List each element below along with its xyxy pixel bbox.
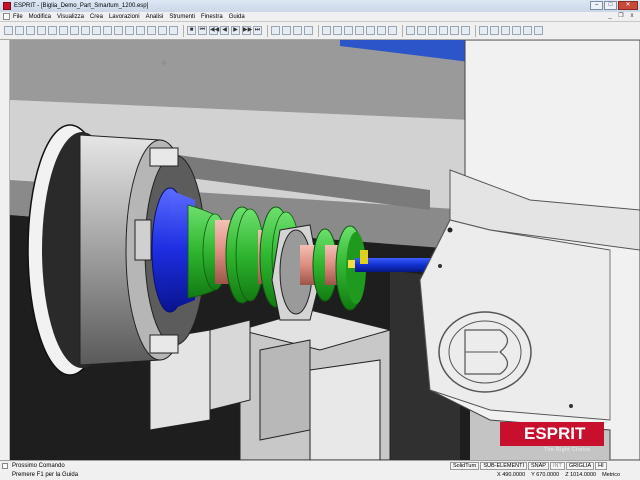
pan-icon[interactable] bbox=[523, 26, 532, 35]
mode-indicators: SolidTurn SUB-ELEMENTI SNAP INT GRIGLIA … bbox=[450, 462, 608, 470]
step-back-button[interactable]: ◀ bbox=[220, 26, 229, 35]
milling-tool-icon[interactable] bbox=[136, 26, 145, 35]
rotate-view-icon[interactable] bbox=[534, 26, 543, 35]
esprit-logo-text: ESPRIT bbox=[524, 424, 586, 443]
mode-griglia[interactable]: GRIGLIA bbox=[565, 462, 595, 470]
iso-view-icon[interactable] bbox=[439, 26, 448, 35]
front-view-icon[interactable] bbox=[406, 26, 415, 35]
mirror-tool-icon[interactable] bbox=[158, 26, 167, 35]
cut-check-icon[interactable] bbox=[304, 26, 313, 35]
menu-visualizza[interactable]: Visualizza bbox=[57, 14, 84, 20]
zoom-fit-icon[interactable] bbox=[512, 26, 521, 35]
contour-tool-icon[interactable] bbox=[92, 26, 101, 35]
zoom-out-icon[interactable] bbox=[501, 26, 510, 35]
left-panel-strip bbox=[0, 40, 10, 460]
machine-simulation-scene: + bbox=[10, 40, 640, 460]
layers-icon[interactable] bbox=[169, 26, 178, 35]
cube-view-icon[interactable] bbox=[366, 26, 375, 35]
thread-tool-icon[interactable] bbox=[114, 26, 123, 35]
esprit-app-icon[interactable] bbox=[3, 2, 11, 10]
menu-guida[interactable]: Guida bbox=[229, 14, 245, 20]
shaded-view-icon[interactable] bbox=[322, 26, 331, 35]
fast-forward-button[interactable]: ▶▶ bbox=[242, 26, 252, 35]
coord-y: Y 670.0000 bbox=[531, 472, 560, 478]
mode-solidturn[interactable]: SolidTurn bbox=[450, 462, 480, 470]
3d-viewport[interactable]: + ESPRIT The Right Choice bbox=[10, 40, 640, 460]
zoom-in-icon[interactable] bbox=[490, 26, 499, 35]
transform-tool-icon[interactable] bbox=[147, 26, 156, 35]
cursor-crosshair: + bbox=[160, 58, 168, 69]
stop-simulation-button[interactable]: ■ bbox=[187, 26, 196, 35]
stock-view-icon[interactable] bbox=[355, 26, 364, 35]
doc-restore-button[interactable]: ❐ bbox=[617, 13, 625, 20]
point-tool-icon[interactable] bbox=[37, 26, 46, 35]
toolbar-separator bbox=[318, 24, 319, 37]
mode-int[interactable]: INT bbox=[549, 462, 565, 470]
axis-view-icon[interactable] bbox=[377, 26, 386, 35]
esprit-tagline: The Right Choice bbox=[544, 447, 591, 453]
toolbar-separator bbox=[475, 24, 476, 37]
doc-close-button[interactable]: x bbox=[628, 13, 636, 20]
menu-strumenti[interactable]: Strumenti bbox=[169, 14, 195, 20]
status-indicator-icon bbox=[2, 463, 8, 469]
mode-hi[interactable]: HI bbox=[595, 462, 607, 470]
flag-icon[interactable] bbox=[282, 26, 291, 35]
select-tool-icon[interactable] bbox=[4, 26, 13, 35]
toolbar-separator bbox=[402, 24, 403, 37]
play-button[interactable]: ▶ bbox=[231, 26, 240, 35]
command-prompt: Prossimo Comando bbox=[12, 463, 65, 469]
drill-tool-icon[interactable] bbox=[81, 26, 90, 35]
wireframe-view-icon[interactable] bbox=[333, 26, 342, 35]
main-toolbar: ■ ⏮ ◀◀ ◀ ▶ ▶▶ ⏭ bbox=[0, 22, 640, 40]
unit-label[interactable]: Metrico bbox=[602, 472, 620, 478]
turning-tool-icon[interactable] bbox=[103, 26, 112, 35]
grid-view-icon[interactable] bbox=[388, 26, 397, 35]
arc-tool-icon[interactable] bbox=[26, 26, 35, 35]
go-to-end-button[interactable]: ⏭ bbox=[253, 26, 262, 35]
window-title: ESPRIT - [Biglia_Demo_Part_Smartum_1200.… bbox=[14, 3, 149, 9]
menu-lavorazioni[interactable]: Lavorazioni bbox=[109, 14, 140, 20]
mode-snap[interactable]: SNAP bbox=[528, 462, 549, 470]
refresh-view-icon[interactable] bbox=[461, 26, 470, 35]
maximize-button[interactable]: □ bbox=[604, 1, 617, 10]
coord-z: Z 1014.0000 bbox=[565, 472, 597, 478]
groove-tool-icon[interactable] bbox=[125, 26, 134, 35]
toolbar-separator bbox=[183, 24, 184, 37]
close-button[interactable]: ✕ bbox=[618, 1, 638, 10]
chain-tool-icon[interactable] bbox=[48, 26, 57, 35]
pocket-tool-icon[interactable] bbox=[70, 26, 79, 35]
mode-sub-elementi[interactable]: SUB-ELEMENTI bbox=[480, 462, 527, 470]
coord-x: X 490.0000 bbox=[497, 472, 526, 478]
title-bar: ESPRIT - [Biglia_Demo_Part_Smartum_1200.… bbox=[0, 0, 640, 12]
simulation-settings-icon[interactable] bbox=[271, 26, 280, 35]
window-controls: – □ ✕ bbox=[589, 1, 638, 10]
status-bar: Prossimo Comando Premere F1 per la Guida… bbox=[0, 460, 640, 480]
go-to-start-button[interactable]: ⏮ bbox=[198, 26, 207, 35]
help-hint: Premere F1 per la Guida bbox=[12, 472, 79, 478]
menu-bar: File Modifica Visualizza Crea Lavorazion… bbox=[0, 12, 640, 22]
menu-finestra[interactable]: Finestra bbox=[201, 14, 223, 20]
menu-analisi[interactable]: Analisi bbox=[146, 14, 164, 20]
esprit-logo: ESPRIT The Right Choice bbox=[500, 420, 604, 454]
side-view-icon[interactable] bbox=[428, 26, 437, 35]
minimize-button[interactable]: – bbox=[590, 1, 603, 10]
document-window-controls: _ ❐ x bbox=[603, 13, 636, 20]
coordinate-readout: X 490.0000 Y 670.0000 Z 1014.0000 Metric… bbox=[497, 472, 626, 478]
machine-setup-icon[interactable] bbox=[293, 26, 302, 35]
toolbar-separator bbox=[267, 24, 268, 37]
menu-modifica[interactable]: Modifica bbox=[29, 14, 51, 20]
feature-tool-icon[interactable] bbox=[59, 26, 68, 35]
line-tool-icon[interactable] bbox=[15, 26, 24, 35]
menu-crea[interactable]: Crea bbox=[90, 14, 103, 20]
doc-minimize-button[interactable]: _ bbox=[606, 13, 614, 20]
zoom-window-icon[interactable] bbox=[479, 26, 488, 35]
document-icon[interactable] bbox=[3, 13, 10, 20]
dynamic-view-icon[interactable] bbox=[450, 26, 459, 35]
top-view-icon[interactable] bbox=[417, 26, 426, 35]
menu-file[interactable]: File bbox=[13, 14, 23, 20]
solid-view-icon[interactable] bbox=[344, 26, 353, 35]
rewind-button[interactable]: ◀◀ bbox=[209, 26, 219, 35]
